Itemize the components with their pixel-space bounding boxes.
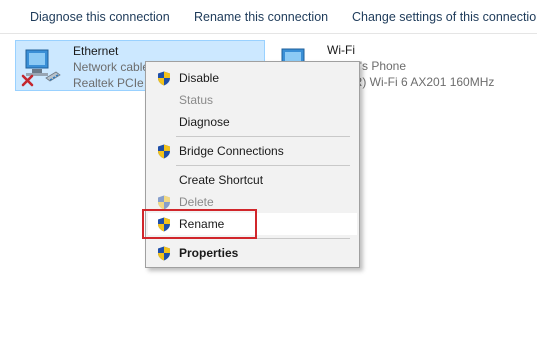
uac-shield-icon — [158, 144, 170, 159]
change-settings-button[interactable]: Change settings of this connection — [352, 0, 537, 33]
uac-shield-icon — [158, 71, 170, 86]
menu-separator — [176, 165, 350, 166]
menu-item-properties[interactable]: Properties — [148, 242, 357, 264]
command-bar: Diagnose this connection Rename this con… — [0, 0, 537, 34]
wifi-name: Wi-Fi — [327, 43, 355, 57]
annotation-highlight-box — [142, 209, 257, 239]
menu-item-create-shortcut[interactable]: Create Shortcut — [148, 169, 357, 191]
rename-connection-button[interactable]: Rename this connection — [194, 0, 328, 33]
uac-shield-icon — [158, 195, 170, 210]
menu-item-bridge-connections[interactable]: Bridge Connections — [148, 140, 357, 162]
menu-item-status[interactable]: Status — [148, 89, 357, 111]
menu-item-diagnose[interactable]: Diagnose — [148, 111, 357, 133]
ethernet-name: Ethernet — [73, 44, 119, 58]
menu-item-disable[interactable]: Disable — [148, 67, 357, 89]
diagnose-connection-button[interactable]: Diagnose this connection — [30, 0, 170, 33]
menu-separator — [176, 136, 350, 137]
uac-shield-icon — [158, 246, 170, 261]
red-x-icon — [21, 74, 34, 87]
